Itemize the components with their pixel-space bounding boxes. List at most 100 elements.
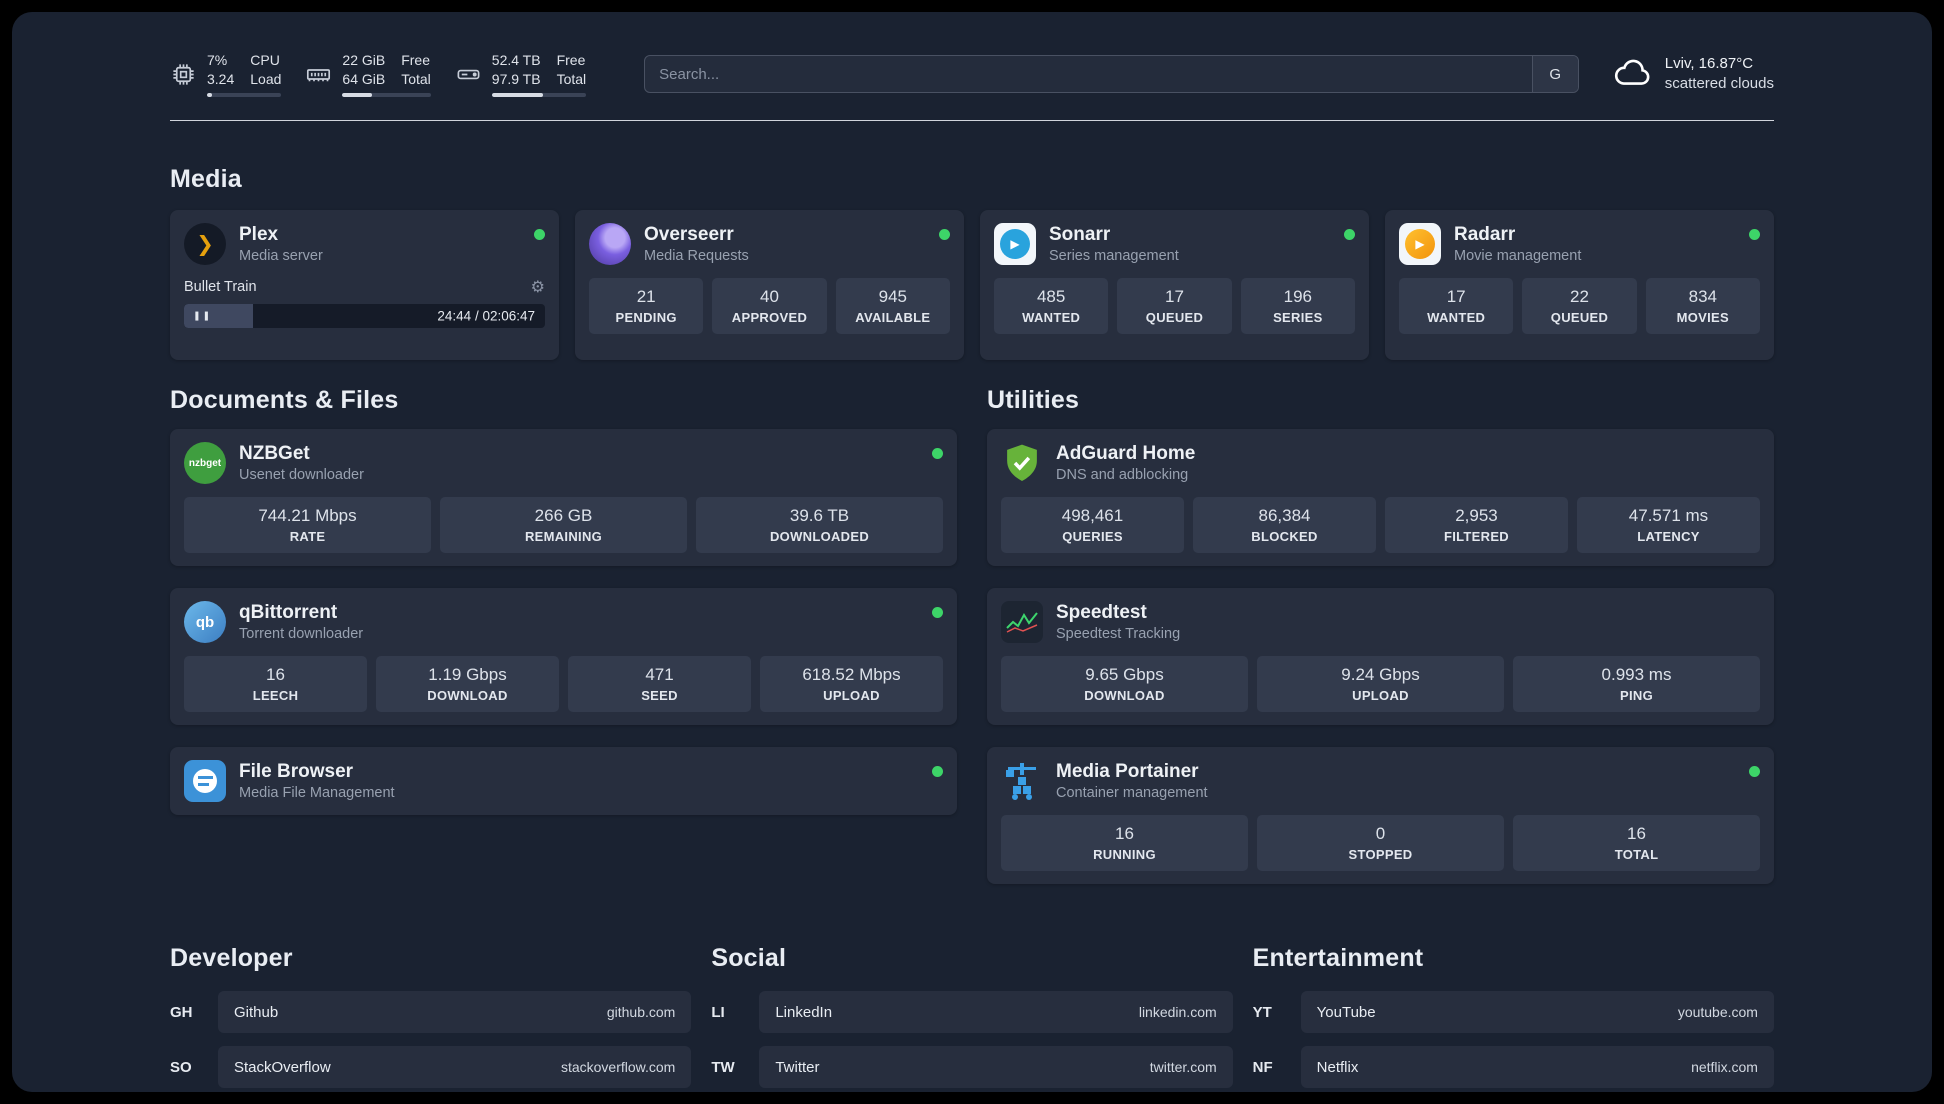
filebrowser-icon (184, 760, 226, 802)
stat-tile: 47.571 ms LATENCY (1577, 497, 1760, 553)
app-card-qbittorrent[interactable]: qb qBittorrent Torrent downloader 16 LEE… (170, 588, 957, 725)
bookmark-abbr: LI (711, 1003, 725, 1021)
documents-column: Documents & Files nzbget NZBGet Usenet d… (170, 386, 957, 906)
developer-heading: Developer (170, 944, 293, 972)
app-card-portainer[interactable]: Media Portainer Container management 16 … (987, 747, 1774, 884)
app-card-speedtest[interactable]: Speedtest Speedtest Tracking 9.65 Gbps D… (987, 588, 1774, 725)
ram-progress (342, 92, 431, 97)
weather-widget: Lviv, 16.87°C scattered clouds (1613, 54, 1774, 95)
bookmark-twitter[interactable]: TW Twitter twitter.com (711, 1046, 1233, 1088)
app-card-nzbget[interactable]: nzbget NZBGet Usenet downloader 744.21 M… (170, 429, 957, 566)
stat-tile: 945 AVAILABLE (835, 278, 950, 334)
disk-values: 52.4 TB 97.9 TB (491, 52, 541, 87)
stat-tile: 498,461 QUERIES (1001, 497, 1184, 553)
app-card-overseerr[interactable]: Overseerr Media Requests 21 PENDING 40 A… (575, 210, 964, 360)
bookmark-youtube[interactable]: YT YouTube youtube.com (1253, 991, 1774, 1033)
app-card-plex[interactable]: ❯ Plex Media server Bullet Train ⚙ ❚❚ 24… (170, 210, 559, 360)
app-desc: Media File Management (239, 785, 395, 801)
sonarr-icon: ▶ (994, 223, 1036, 265)
app-name: qBittorrent (239, 602, 338, 623)
bookmark-abbr: NF (1252, 1058, 1273, 1076)
stat-tile: 0.993 ms PING (1513, 656, 1760, 712)
stat-tile: 0 STOPPED (1257, 815, 1504, 871)
app-desc: Series management (1049, 248, 1179, 264)
bookmark-group-entertainment: Entertainment YT YouTube youtube.com NF … (1253, 944, 1774, 1092)
bookmark-abbr: GH (170, 1003, 193, 1021)
portainer-icon (1001, 760, 1043, 802)
screen: 7% 3.24 CPU Load 22 GiB 64 GiB Free Tota… (0, 0, 1944, 1104)
app-name: Speedtest (1056, 602, 1147, 623)
settings-gear-icon[interactable]: ⚙ (531, 277, 545, 297)
stat-tile: 22 QUEUED (1522, 278, 1637, 334)
player-time: 24:44 / 02:06:47 (437, 308, 535, 324)
ram-labels: Free Total (401, 52, 431, 87)
social-heading: Social (711, 944, 787, 972)
cpu-labels: CPU Load (250, 52, 282, 87)
stat-tile: 39.6 TB DOWNLOADED (696, 497, 943, 553)
app-name: Overseerr (644, 224, 734, 245)
adguard-icon (1001, 442, 1043, 484)
status-dot (939, 229, 950, 240)
app-card-filebrowser[interactable]: File Browser Media File Management (170, 747, 957, 815)
app-desc: Torrent downloader (239, 626, 364, 642)
status-dot (1749, 229, 1760, 240)
app-name: Sonarr (1049, 224, 1111, 245)
app-desc: Movie management (1454, 248, 1582, 264)
cpu-values: 7% 3.24 (207, 52, 235, 87)
app-name: Media Portainer (1056, 761, 1199, 782)
app-desc: Usenet downloader (239, 467, 364, 483)
stat-tile: 266 GB REMAINING (440, 497, 687, 553)
app-card-sonarr[interactable]: ▶ Sonarr Series management 485 WANTED 17 (980, 210, 1369, 360)
stat-tile: 485 WANTED (994, 278, 1109, 334)
app-card-adguard[interactable]: AdGuard Home DNS and adblocking 498,461 … (987, 429, 1774, 566)
stat-tile: 9.24 Gbps UPLOAD (1257, 656, 1504, 712)
stat-tile: 16 LEECH (184, 656, 367, 712)
status-dot (1749, 766, 1760, 777)
weather-location: Lviv, 16.87°C (1664, 54, 1754, 72)
app-name: AdGuard Home (1056, 443, 1196, 464)
status-dot (534, 229, 545, 240)
stat-tile: 16 RUNNING (1001, 815, 1248, 871)
utilities-column: Utilities AdGuard Home DNS and adblockin… (987, 386, 1774, 906)
topbar-divider (170, 120, 1774, 121)
bookmark-github[interactable]: GH Github github.com (170, 991, 692, 1033)
app-desc: Container management (1056, 785, 1208, 801)
bookmark-stackoverflow[interactable]: SO StackOverflow stackoverflow.com (170, 1046, 692, 1088)
app-name: File Browser (239, 761, 354, 782)
now-playing-title: Bullet Train (184, 279, 257, 295)
disk-labels: Free Total (556, 52, 587, 87)
status-dot (932, 448, 943, 459)
bookmark-abbr: YT (1252, 1003, 1272, 1021)
stat-tile: 1.19 Gbps DOWNLOAD (376, 656, 559, 712)
search-bar: G (644, 55, 1579, 93)
dashboard: 7% 3.24 CPU Load 22 GiB 64 GiB Free Tota… (12, 12, 1932, 1092)
bookmarks-section: Developer GH Github github.com SO StackO… (170, 944, 1774, 1092)
search-engine-button[interactable]: G (1531, 56, 1578, 92)
bookmark-abbr: SO (170, 1058, 192, 1076)
bookmark-netflix[interactable]: NF Netflix netflix.com (1253, 1046, 1774, 1088)
stat-tile: 744.21 Mbps RATE (184, 497, 431, 553)
app-card-radarr[interactable]: ▶ Radarr Movie management 17 WANTED 22 Q… (1385, 210, 1774, 360)
stat-tile: 618.52 Mbps UPLOAD (760, 656, 943, 712)
ram-widget: 22 GiB 64 GiB Free Total (305, 51, 431, 97)
app-desc: DNS and adblocking (1056, 467, 1189, 483)
app-name: Radarr (1454, 224, 1516, 245)
nzbget-icon: nzbget (184, 442, 226, 484)
bookmark-linkedin[interactable]: LI LinkedIn linkedin.com (711, 991, 1233, 1033)
qbittorrent-icon: qb (184, 601, 226, 643)
app-desc: Media server (239, 248, 323, 264)
app-desc: Speedtest Tracking (1056, 626, 1181, 642)
bookmark-group-developer: Developer GH Github github.com SO StackO… (170, 944, 692, 1092)
stat-tile: 21 PENDING (589, 278, 704, 334)
status-dot (932, 766, 943, 777)
cpu-widget: 7% 3.24 CPU Load (170, 51, 282, 97)
pause-icon[interactable]: ❚❚ (193, 311, 212, 322)
stat-tile: 471 SEED (568, 656, 751, 712)
entertainment-heading: Entertainment (1252, 944, 1424, 972)
stat-tile: 196 SERIES (1240, 278, 1355, 334)
status-dot (1344, 229, 1355, 240)
ram-values: 22 GiB 64 GiB (342, 52, 386, 87)
overseerr-icon (589, 223, 631, 265)
player-progress-bar[interactable]: ❚❚ 24:44 / 02:06:47 (184, 304, 545, 328)
search-input[interactable] (645, 56, 1532, 92)
